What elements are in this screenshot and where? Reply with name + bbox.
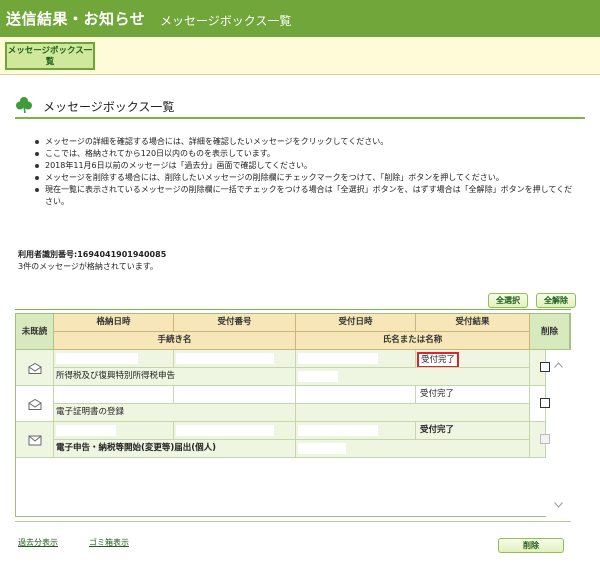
- redacted-value: [298, 371, 338, 382]
- past-messages-link[interactable]: 過去分表示: [18, 537, 58, 548]
- row-2-receipt-date[interactable]: [296, 386, 416, 404]
- row-2-receipt-no[interactable]: [174, 386, 296, 404]
- message-count: 3件のメッセージが格納されています。: [18, 262, 158, 271]
- redacted-value: [176, 425, 274, 436]
- page-subtitle: メッセージボックス一覧: [160, 14, 292, 28]
- opened-envelope-icon: [28, 363, 42, 374]
- select-all-button[interactable]: 全選択: [488, 293, 528, 308]
- redacted-value: [298, 425, 378, 436]
- row-1-result-cell[interactable]: 受付完了: [416, 350, 530, 368]
- user-id: 利用者識別番号:1694041901940085: [18, 250, 167, 259]
- redacted-value: [56, 425, 116, 436]
- row-3-receipt-date[interactable]: [296, 422, 416, 440]
- row-1-name[interactable]: [296, 368, 530, 386]
- clear-all-button[interactable]: 全解除: [536, 293, 576, 308]
- clover-icon: [16, 97, 32, 114]
- row-2-stored-date[interactable]: [54, 386, 174, 404]
- redacted-value: [176, 353, 274, 364]
- closed-envelope-icon: [28, 435, 42, 446]
- row-3-delete-checkbox: [540, 434, 550, 444]
- row-3-unread-cell: [16, 422, 54, 458]
- row-2-status[interactable]: 受付完了: [416, 386, 530, 404]
- instruction-item: ここでは、格納されてから120日以内のものを表示しています。: [35, 148, 580, 160]
- header-receipt-no: 受付番号: [174, 314, 296, 332]
- row-1-status: 受付完了: [417, 352, 460, 367]
- tab-message-box-list[interactable]: メッセージボックス一覧: [5, 42, 95, 70]
- trash-link[interactable]: ゴミ箱表示: [89, 537, 129, 548]
- header-procedure: 手続き名: [54, 332, 296, 350]
- scroll-down-icon[interactable]: [554, 502, 563, 508]
- row-1-procedure[interactable]: 所得税及び復興特別所得税申告: [54, 368, 296, 386]
- header-name: 氏名または名称: [296, 332, 530, 350]
- section-title: メッセージボックス一覧: [43, 100, 175, 114]
- app-title: 送信結果・お知らせ: [6, 10, 146, 28]
- header-result: 受付結果: [416, 314, 530, 332]
- row-1-stored-date[interactable]: [54, 350, 174, 368]
- row-3-procedure[interactable]: 電子申告・納税等開始(変更等)届出(個人): [54, 440, 296, 458]
- opened-envelope-icon: [28, 399, 42, 410]
- row-2-unread-cell: [16, 386, 54, 422]
- instruction-list: メッセージの詳細を確認する場合には、詳細を確認したいメッセージをクリックしてくだ…: [35, 136, 580, 208]
- message-table: 未既読 格納日時 受付番号 受付日時 受付結果 手続き名 氏名または名称 削除 …: [15, 313, 571, 517]
- row-1-receipt-no[interactable]: [174, 350, 296, 368]
- row-3-receipt-no[interactable]: [174, 422, 296, 440]
- instruction-item: 2018年11月6日以前のメッセージは「過去分」画面で確認してください。: [35, 160, 580, 172]
- tab-bar: メッセージボックス一覧: [0, 37, 600, 75]
- redacted-value: [56, 353, 138, 364]
- row-1-delete-checkbox[interactable]: [540, 362, 550, 372]
- redacted-value: [298, 443, 346, 454]
- delete-button[interactable]: 削除: [498, 538, 564, 553]
- app-header: 送信結果・お知らせ メッセージボックス一覧: [0, 0, 600, 37]
- row-2-name[interactable]: [296, 404, 530, 422]
- row-1-receipt-date[interactable]: [296, 350, 416, 368]
- scroll-up-icon[interactable]: [554, 362, 563, 368]
- redacted-value: [298, 353, 378, 364]
- instruction-item: 現在一覧に表示されているメッセージの削除欄に一括でチェックをつける場合は「全選択…: [35, 184, 580, 208]
- row-1-unread-cell: [16, 350, 54, 386]
- table-top-divider: [15, 309, 571, 310]
- header-stored-date: 格納日時: [54, 314, 174, 332]
- header-unread: 未既読: [16, 314, 54, 350]
- table-bottom-divider: [15, 521, 571, 522]
- header-receipt-date: 受付日時: [296, 314, 416, 332]
- header-delete: 削除: [530, 314, 570, 350]
- row-3-name[interactable]: [296, 440, 530, 458]
- row-2-delete-checkbox[interactable]: [540, 398, 550, 408]
- row-2-procedure[interactable]: 電子証明書の登録: [54, 404, 296, 422]
- row-3-stored-date[interactable]: [54, 422, 174, 440]
- instruction-item: メッセージの詳細を確認する場合には、詳細を確認したいメッセージをクリックしてくだ…: [35, 136, 580, 148]
- section-divider: [15, 117, 585, 119]
- instruction-item: メッセージを削除する場合には、削除したいメッセージの削除欄にチェックマークをつけ…: [35, 172, 580, 184]
- row-3-status[interactable]: 受付完了: [416, 422, 530, 440]
